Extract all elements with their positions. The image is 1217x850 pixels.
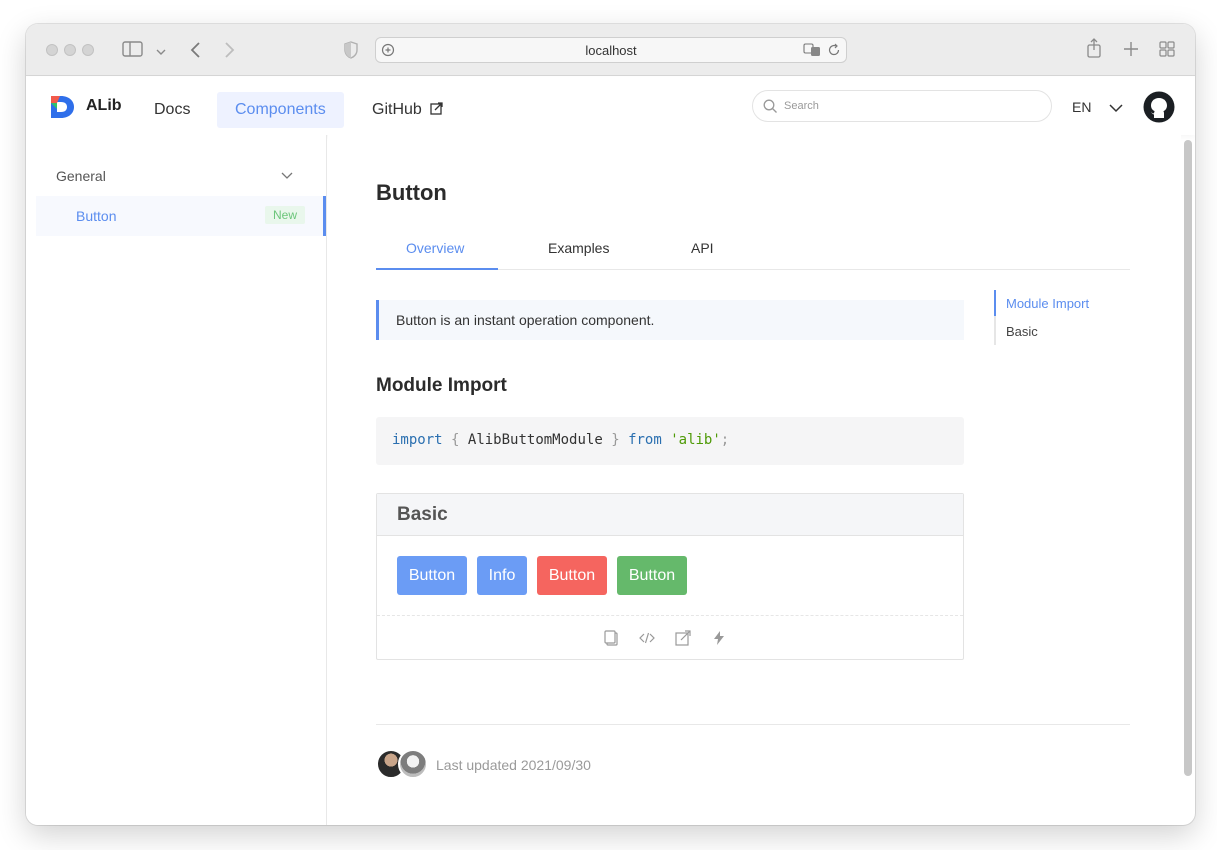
sidebar-item-button[interactable]: Button New bbox=[36, 196, 326, 236]
tab-overview-icon[interactable] bbox=[1159, 41, 1175, 61]
copy-icon[interactable] bbox=[604, 630, 620, 646]
toc-item-module-import[interactable]: Module Import bbox=[1006, 296, 1089, 311]
code-punct: } bbox=[611, 432, 620, 448]
nav-docs[interactable]: Docs bbox=[136, 92, 208, 128]
divider bbox=[376, 724, 1130, 725]
search-input[interactable]: Search bbox=[752, 90, 1052, 122]
lightning-icon[interactable] bbox=[711, 630, 727, 646]
code-line: import { AlibButtomModule } from 'alib'; bbox=[392, 432, 729, 448]
nav-github-label: GitHub bbox=[372, 101, 422, 118]
last-updated-text: Last updated 2021/09/30 bbox=[436, 757, 591, 773]
tab-overview[interactable]: Overview bbox=[406, 240, 464, 256]
nav-components[interactable]: Components bbox=[217, 92, 344, 128]
code-identifier: AlibButtomModule bbox=[467, 432, 603, 448]
tab-bar: Overview Examples API bbox=[376, 232, 1130, 270]
language-selector[interactable]: EN bbox=[1072, 99, 1091, 115]
code-keyword: from bbox=[628, 432, 662, 448]
active-tab-indicator bbox=[376, 268, 498, 270]
demo-title: Basic bbox=[397, 504, 448, 525]
tab-api[interactable]: API bbox=[691, 240, 714, 256]
demo-button-success[interactable]: Button bbox=[617, 556, 687, 595]
scrollbar[interactable] bbox=[1184, 140, 1192, 776]
code-block: import { AlibButtomModule } from 'alib'; bbox=[376, 417, 964, 465]
forward-icon[interactable] bbox=[224, 41, 236, 63]
callout-text: Button is an instant operation component… bbox=[396, 312, 655, 328]
reload-icon[interactable] bbox=[828, 43, 841, 61]
address-bar[interactable]: localhost bbox=[375, 37, 847, 63]
description-callout: Button is an instant operation component… bbox=[376, 300, 964, 340]
nav-github[interactable]: GitHub bbox=[354, 92, 461, 128]
browser-window: localhost ALib Docs Components GitHub Se… bbox=[26, 24, 1195, 825]
translate-icon[interactable] bbox=[803, 43, 821, 61]
alib-logo[interactable] bbox=[48, 92, 76, 120]
demo-toolbar bbox=[377, 615, 963, 660]
github-icon[interactable] bbox=[1143, 91, 1175, 123]
chevron-down-icon[interactable] bbox=[281, 172, 293, 180]
minimize-window-button[interactable] bbox=[64, 44, 76, 56]
zoom-window-button[interactable] bbox=[82, 44, 94, 56]
main-content: Button Overview Examples API Button is a… bbox=[328, 135, 1181, 825]
code-keyword: import bbox=[392, 432, 443, 448]
brand-name[interactable]: ALib bbox=[86, 97, 122, 115]
browser-toolbar: localhost bbox=[26, 24, 1195, 76]
section-title: Module Import bbox=[376, 375, 507, 396]
sidebar-item-label: Button bbox=[76, 208, 117, 224]
code-punct: { bbox=[451, 432, 460, 448]
close-window-button[interactable] bbox=[46, 44, 58, 56]
demo-button-primary[interactable]: Button bbox=[397, 556, 467, 595]
demo-box: Basic Button Info Button Button bbox=[376, 493, 964, 660]
code-punct: ; bbox=[720, 432, 730, 448]
demo-button-info[interactable]: Info bbox=[477, 556, 527, 595]
toc-item-basic[interactable]: Basic bbox=[1006, 324, 1038, 339]
demo-header: Basic bbox=[377, 494, 963, 536]
sidebar-toggle-icon[interactable] bbox=[122, 41, 144, 61]
search-placeholder: Search bbox=[784, 100, 819, 112]
toc-active-indicator bbox=[994, 290, 996, 316]
code-icon[interactable] bbox=[639, 630, 655, 646]
table-of-contents: Module Import Basic bbox=[994, 290, 1130, 345]
chevron-down-icon[interactable] bbox=[156, 44, 166, 60]
external-link-icon bbox=[430, 102, 443, 115]
sidebar: General Button New bbox=[26, 135, 327, 825]
tab-examples[interactable]: Examples bbox=[548, 240, 609, 256]
avatar[interactable] bbox=[398, 749, 428, 779]
chevron-down-icon[interactable] bbox=[1109, 104, 1123, 113]
sidebar-group-general[interactable]: General bbox=[56, 168, 106, 184]
site-header: ALib Docs Components GitHub Search EN bbox=[26, 77, 1195, 135]
url-text: localhost bbox=[585, 43, 637, 58]
code-string: 'alib' bbox=[670, 432, 721, 448]
share-icon[interactable] bbox=[1086, 38, 1102, 62]
new-badge: New bbox=[265, 206, 306, 224]
shield-icon[interactable] bbox=[344, 41, 358, 63]
new-tab-icon[interactable] bbox=[1123, 41, 1139, 61]
page-title: Button bbox=[376, 180, 447, 205]
demo-button-danger[interactable]: Button bbox=[537, 556, 607, 595]
back-icon[interactable] bbox=[189, 41, 201, 63]
search-icon bbox=[763, 99, 777, 113]
open-external-icon[interactable] bbox=[675, 630, 691, 646]
